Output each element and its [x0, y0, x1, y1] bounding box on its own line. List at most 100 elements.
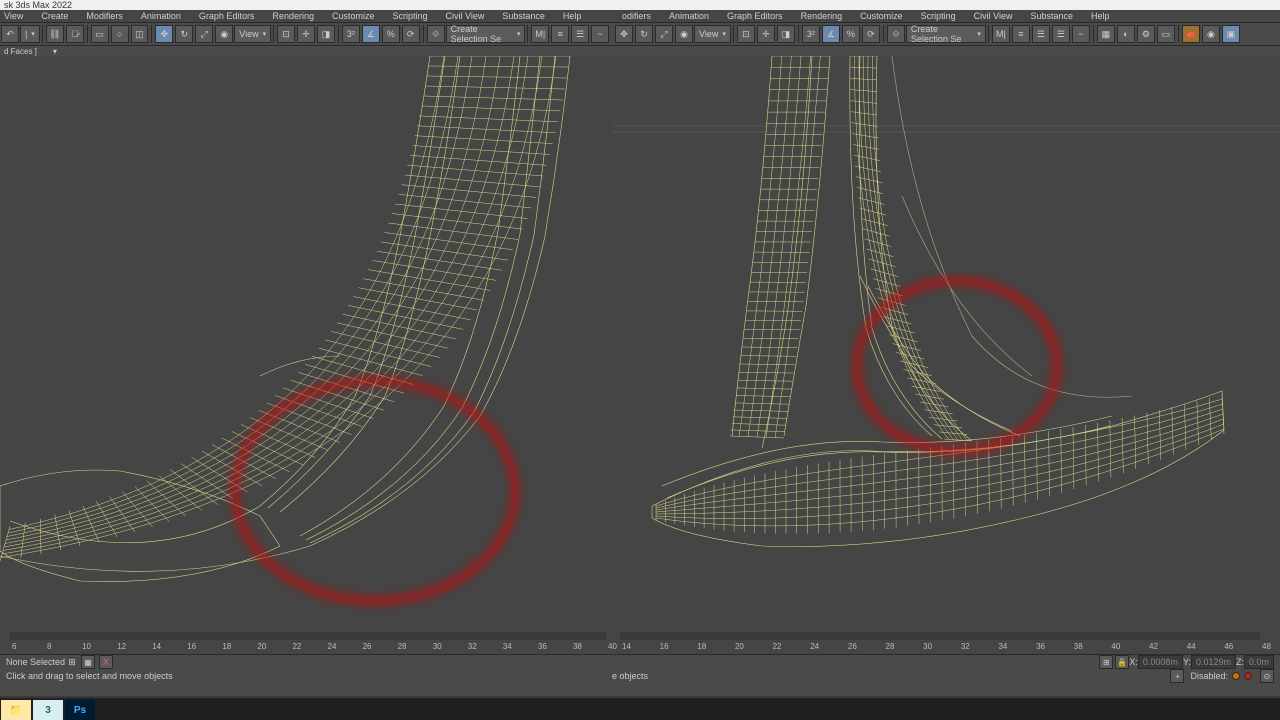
keyboard-icon[interactable]: ◨: [317, 25, 335, 43]
material-icon[interactable]: ◐: [1117, 25, 1135, 43]
selection-lock-x[interactable]: X: [99, 655, 113, 669]
coord-x-value[interactable]: 0.0008m: [1138, 655, 1183, 669]
menu-customize[interactable]: Customize: [332, 11, 375, 21]
menu-civil-view-r[interactable]: Civil View: [974, 11, 1013, 21]
time-track-left[interactable]: [10, 632, 606, 640]
move-icon[interactable]: ✥: [155, 25, 173, 43]
time-tick: 40: [1111, 642, 1120, 651]
view-dropdown[interactable]: |: [20, 25, 40, 43]
menu-scripting[interactable]: Scripting: [393, 11, 428, 21]
link-icon[interactable]: ⛓: [46, 25, 64, 43]
comm-center-icon[interactable]: ⊙: [1260, 669, 1274, 683]
lock-icon[interactable]: 🔒: [1115, 655, 1129, 669]
selection-set-dropdown-r[interactable]: Create Selection Se: [906, 25, 986, 43]
menu-civil-view[interactable]: Civil View: [446, 11, 485, 21]
coord-z-value[interactable]: 0.0m: [1244, 655, 1274, 669]
taskbar-explorer[interactable]: 📁: [1, 700, 31, 720]
render-last-icon[interactable]: ◉: [1202, 25, 1220, 43]
time-tick: 8: [47, 642, 51, 651]
rotate-icon[interactable]: ↻: [175, 25, 193, 43]
reference-coord-dropdown-r[interactable]: View: [694, 25, 731, 43]
align-icon[interactable]: ≡: [551, 25, 569, 43]
sep: [798, 25, 799, 43]
time-track-right[interactable]: [620, 632, 1260, 640]
status-bar: None Selected ⊞ ▦ X ⊞ 🔒 X: 0.0008m Y: 0.…: [0, 654, 1280, 696]
menu-substance[interactable]: Substance: [502, 11, 545, 21]
mirror-icon-r[interactable]: M|: [992, 25, 1010, 43]
layer-icon[interactable]: ☰: [571, 25, 589, 43]
fence-select-icon[interactable]: ◫: [131, 25, 149, 43]
circle-select-icon[interactable]: ○: [111, 25, 129, 43]
scale-icon-r[interactable]: ⤢: [655, 25, 673, 43]
menu-substance-r[interactable]: Substance: [1030, 11, 1073, 21]
angle-snap-icon-r[interactable]: ∡: [822, 25, 840, 43]
placement-icon-r[interactable]: ◉: [675, 25, 693, 43]
menu-graph-editors[interactable]: Graph Editors: [199, 11, 255, 21]
schematic-icon[interactable]: ▦: [1097, 25, 1115, 43]
status-hint: Click and drag to select and move object…: [6, 671, 173, 681]
menu-modifiers[interactable]: Modifiers: [86, 11, 123, 21]
undo-icon[interactable]: ↶: [1, 25, 19, 43]
percent-snap-icon[interactable]: %: [382, 25, 400, 43]
spinner-snap-icon-r[interactable]: ⟳: [862, 25, 880, 43]
working-pivot-icon-r[interactable]: ⟐: [887, 25, 905, 43]
percent-snap-icon-r[interactable]: %: [842, 25, 860, 43]
manipulate-icon-r[interactable]: ✛: [757, 25, 775, 43]
reference-coord-dropdown[interactable]: View: [234, 25, 271, 43]
grid-snap-btn[interactable]: ⊞: [1099, 655, 1113, 669]
layer-icon-r[interactable]: ☰: [1032, 25, 1050, 43]
menu-modifiers-r[interactable]: odifiers: [622, 11, 651, 21]
open-render-icon[interactable]: ▣: [1222, 25, 1240, 43]
render-button-teapot-icon[interactable]: 🫖: [1182, 25, 1200, 43]
menu-create[interactable]: Create: [41, 11, 68, 21]
manipulate-icon[interactable]: ✛: [297, 25, 315, 43]
viewport-left[interactable]: [0, 56, 612, 626]
unlink-icon[interactable]: ⛓̷: [66, 25, 84, 43]
viewport-right[interactable]: [612, 56, 1280, 626]
coord-x-label: X:: [1129, 657, 1138, 667]
taskbar-photoshop[interactable]: Ps: [65, 700, 95, 720]
adaptive-degradation: Disabled:: [1190, 671, 1252, 681]
rect-select-icon[interactable]: ▭: [91, 25, 109, 43]
selection-filter-bar: d Faces ] ▾: [0, 46, 1280, 56]
menu-help-r[interactable]: Help: [1091, 11, 1110, 21]
angle-snap-icon[interactable]: ∡: [362, 25, 380, 43]
snap-toggle-icon-r[interactable]: 3²: [802, 25, 820, 43]
menu-help[interactable]: Help: [563, 11, 582, 21]
move-icon-r[interactable]: ✥: [615, 25, 633, 43]
menu-customize-r[interactable]: Customize: [860, 11, 903, 21]
curve-editor-icon[interactable]: ~: [591, 25, 609, 43]
menu-animation[interactable]: Animation: [141, 11, 181, 21]
pivot-icon-r[interactable]: ⊡: [737, 25, 755, 43]
spinner-snap-icon[interactable]: ⟳: [402, 25, 420, 43]
taskbar-3dsmax[interactable]: 3: [33, 700, 63, 720]
coord-z-label: Z:: [1236, 657, 1244, 667]
snap-toggle-icon[interactable]: 3²: [342, 25, 360, 43]
isolate-toggle[interactable]: ▦: [81, 655, 95, 669]
working-pivot-icon[interactable]: ⟐: [427, 25, 445, 43]
curve-editor-icon-r[interactable]: ~: [1072, 25, 1090, 43]
menu-rendering[interactable]: Rendering: [272, 11, 314, 21]
render-frame-icon[interactable]: ▭: [1157, 25, 1175, 43]
grid-toggle-icon[interactable]: ⊞: [65, 655, 79, 669]
coord-y-value[interactable]: 0.0129m: [1191, 655, 1236, 669]
scale-icon[interactable]: ⤢: [195, 25, 213, 43]
placement-icon[interactable]: ◉: [215, 25, 233, 43]
time-slider[interactable]: 6810121416182022242628303234363840141618…: [0, 626, 1280, 654]
menu-animation-r[interactable]: Animation: [669, 11, 709, 21]
mirror-icon[interactable]: M|: [531, 25, 549, 43]
keyboard-icon-r[interactable]: ◨: [777, 25, 795, 43]
menu-rendering-r[interactable]: Rendering: [801, 11, 843, 21]
maxscript-add-icon[interactable]: +: [1170, 669, 1184, 683]
selection-set-dropdown[interactable]: Create Selection Se: [446, 25, 526, 43]
rotate-icon-r[interactable]: ↻: [635, 25, 653, 43]
menu-scripting-r[interactable]: Scripting: [921, 11, 956, 21]
render-setup-icon[interactable]: ⚙: [1137, 25, 1155, 43]
menu-view[interactable]: View: [4, 11, 23, 21]
filter-dropdown-icon[interactable]: ▾: [53, 47, 57, 56]
align-icon-r[interactable]: ≡: [1012, 25, 1030, 43]
record-indicator-icon: [1244, 672, 1252, 680]
menu-graph-editors-r[interactable]: Graph Editors: [727, 11, 783, 21]
pivot-icon[interactable]: ⊡: [277, 25, 295, 43]
ribbon-icon-r[interactable]: ☰: [1052, 25, 1070, 43]
